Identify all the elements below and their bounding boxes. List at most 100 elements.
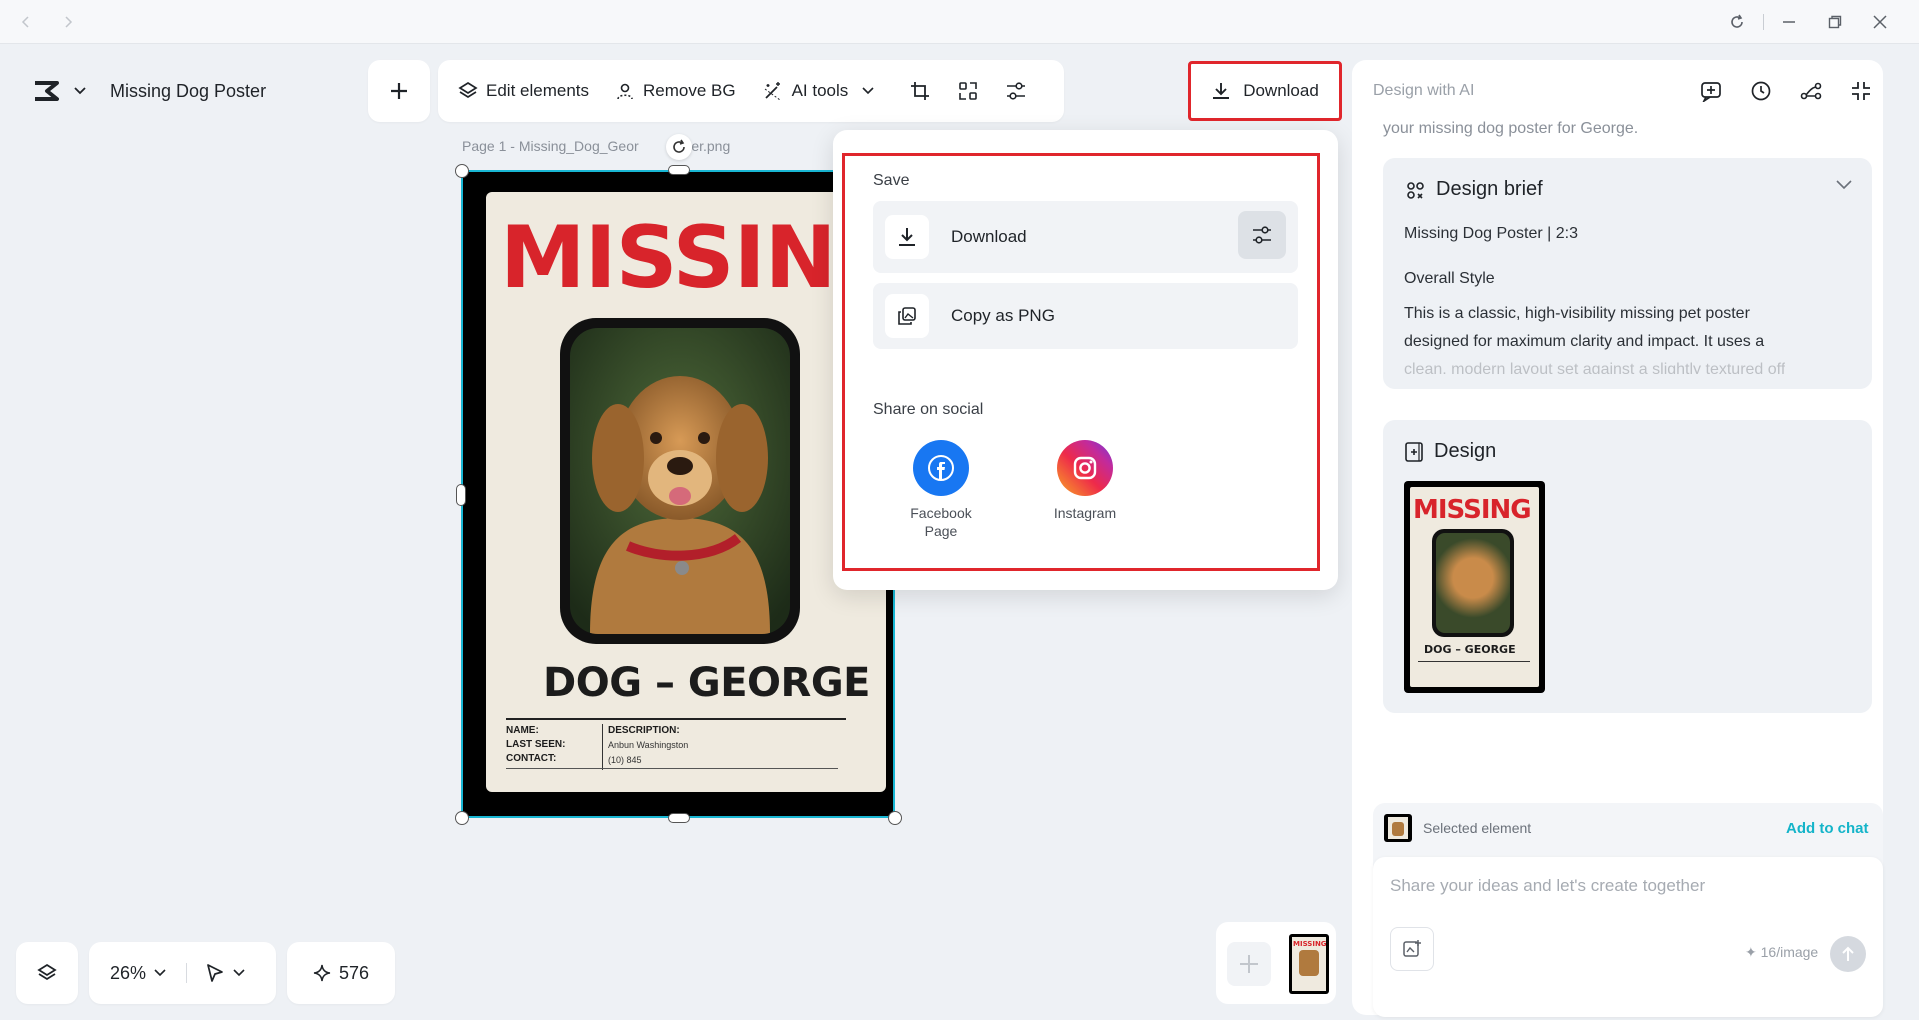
page-label-text: Page 1 - Missing_Dog_Geor <box>462 138 639 154</box>
layers-icon <box>458 81 478 99</box>
credits-button[interactable]: 576 <box>287 942 395 1004</box>
collapse-icon[interactable] <box>1848 78 1874 104</box>
arrow-up-icon <box>1842 946 1854 961</box>
remove-bg-button[interactable]: Remove BG <box>615 81 736 101</box>
credits-count: 576 <box>338 962 370 983</box>
remove-bg-label: Remove BG <box>643 81 736 100</box>
zoom-controls: 26% <box>89 942 276 1004</box>
share-instagram-button[interactable]: Instagram <box>1040 440 1130 522</box>
chat-placeholder: Share your ideas and let's create togeth… <box>1390 876 1706 895</box>
selected-element-thumb <box>1384 814 1412 842</box>
brief-nodes-icon <box>1407 181 1424 199</box>
credit-cost-label: ✦ 16/image <box>1745 944 1819 960</box>
crop-icon[interactable] <box>908 79 932 103</box>
download-icon <box>1213 83 1230 99</box>
add-to-chat-button[interactable]: Add to chat <box>1786 820 1869 837</box>
person-cutout-icon <box>617 83 633 100</box>
zoom-divider <box>186 963 188 983</box>
thumb-photo-frame <box>1432 529 1514 637</box>
plus-icon <box>1240 955 1258 973</box>
share-flow-icon[interactable] <box>1798 78 1824 104</box>
cursor-pointer-icon[interactable] <box>205 963 225 983</box>
titlebar-divider <box>1763 14 1764 30</box>
new-chat-icon[interactable] <box>1698 78 1724 104</box>
thumb-photo <box>1436 533 1510 633</box>
facebook-icon <box>913 440 969 496</box>
project-title[interactable]: Missing Dog Poster <box>110 81 266 102</box>
edit-toolbar: Edit elements Remove BG AI tools <box>438 60 1064 122</box>
add-page-button[interactable] <box>1227 942 1271 986</box>
selected-element-label: Selected element <box>1423 820 1532 836</box>
brief-subtitle: Missing Dog Poster | 2:3 <box>1404 225 1579 242</box>
chevron-down-icon[interactable] <box>74 87 86 95</box>
download-option-label: Download <box>951 227 1027 246</box>
resize-handle-top-left[interactable] <box>455 164 469 178</box>
selection-frame <box>461 170 895 818</box>
resize-handle-bottom-right[interactable] <box>888 811 902 825</box>
save-section-label: Save <box>873 172 910 189</box>
resize-handle-top[interactable] <box>668 165 690 175</box>
edit-elements-label: Edit elements <box>486 81 589 100</box>
refresh-icon[interactable] <box>1725 10 1749 34</box>
facebook-label-line2: Page <box>924 523 958 539</box>
download-settings-button[interactable] <box>1238 211 1286 259</box>
adjust-sliders-icon[interactable] <box>1004 79 1028 103</box>
chevron-down-icon[interactable] <box>233 969 245 977</box>
download-icon <box>885 215 929 259</box>
chat-message-faded: your missing dog poster for George. <box>1383 120 1639 137</box>
resize-handle-bottom[interactable] <box>668 813 690 823</box>
design-brief-header[interactable]: Design brief <box>1404 178 1543 201</box>
expand-icon[interactable] <box>956 79 980 103</box>
history-icon[interactable] <box>1748 78 1774 104</box>
chevron-down-icon <box>862 87 874 95</box>
share-facebook-button[interactable]: Facebook Page <box>896 440 986 540</box>
download-button[interactable]: Download <box>1188 61 1342 121</box>
ai-tools-button[interactable]: AI tools <box>762 80 883 102</box>
instagram-icon <box>1057 440 1113 496</box>
resize-handle-bottom-left[interactable] <box>455 811 469 825</box>
close-icon[interactable] <box>1868 10 1892 34</box>
minimize-icon[interactable] <box>1777 10 1801 34</box>
brief-style-text-3: clean, modern layout set against a sligh… <box>1404 361 1786 374</box>
brief-style-text-2: designed for maximum clarity and impact.… <box>1404 333 1765 350</box>
thumb-rule <box>1418 661 1530 662</box>
page-thumbnail[interactable]: MISSING <box>1289 934 1329 994</box>
brief-style-text-1: This is a classic, high-visibility missi… <box>1404 305 1750 322</box>
layers-button[interactable] <box>16 942 78 1004</box>
copy-as-png-option[interactable]: Copy as PNG <box>873 283 1298 349</box>
thumb-dog-name: DOG – GEORGE <box>1424 643 1516 656</box>
magic-wand-icon <box>764 82 780 101</box>
design-card-title: Design <box>1434 440 1497 462</box>
chevron-left-icon[interactable] <box>14 10 38 34</box>
zoom-level[interactable]: 26% <box>110 963 146 984</box>
project-header: Missing Dog Poster <box>16 60 282 122</box>
send-button[interactable] <box>1830 936 1866 972</box>
instagram-label: Instagram <box>1053 505 1117 521</box>
add-button[interactable] <box>368 60 430 122</box>
layers-icon <box>37 963 57 981</box>
adjust-sliders-icon <box>1253 226 1271 244</box>
window-title-bar <box>0 0 1919 44</box>
ai-tools-label: AI tools <box>791 81 849 100</box>
restore-icon[interactable] <box>1823 10 1847 34</box>
sparkle-icon <box>313 964 331 982</box>
copy-image-icon <box>885 294 929 338</box>
chevron-down-icon[interactable] <box>154 969 166 977</box>
download-option[interactable]: Download <box>873 201 1298 273</box>
download-button-label: Download <box>1243 81 1319 100</box>
image-upload-icon[interactable] <box>1390 927 1434 971</box>
brief-style-heading: Overall Style <box>1404 270 1495 287</box>
design-file-icon <box>1405 441 1423 462</box>
design-card-header: Design <box>1404 440 1496 463</box>
chevron-down-icon[interactable] <box>1836 180 1852 190</box>
resize-handle-left[interactable] <box>456 484 466 506</box>
chevron-right-icon[interactable] <box>56 10 80 34</box>
panel-title: Design with AI <box>1373 82 1475 99</box>
facebook-label-line1: Facebook <box>910 505 972 521</box>
edit-elements-button[interactable]: Edit elements <box>458 81 589 101</box>
design-brief-title: Design brief <box>1436 178 1543 200</box>
app-logo-icon[interactable] <box>26 71 66 111</box>
plus-icon <box>391 83 407 99</box>
share-section-label: Share on social <box>873 401 984 418</box>
rotate-handle-icon[interactable] <box>666 134 692 160</box>
